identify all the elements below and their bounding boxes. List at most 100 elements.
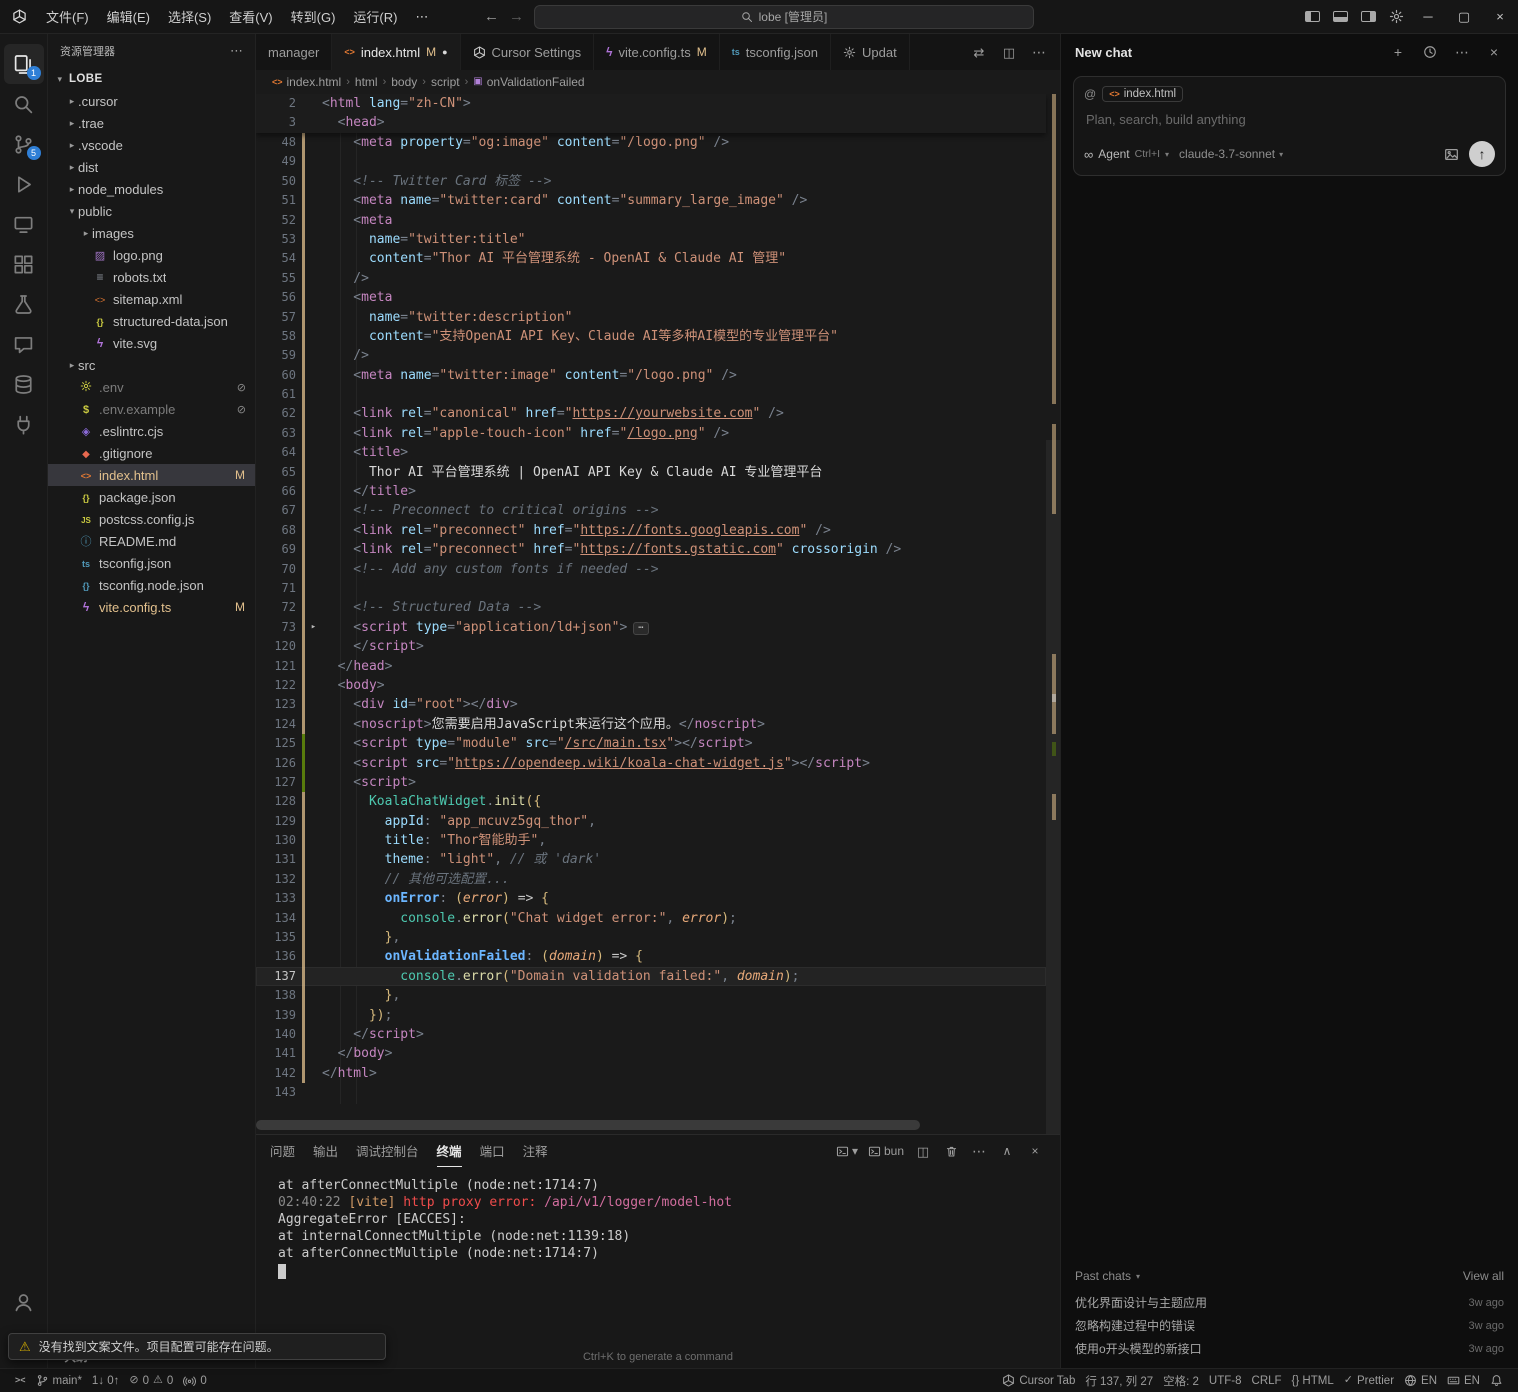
tab-cursor-settings[interactable]: Cursor Settings [461,34,595,70]
folder-public[interactable]: ▾public [48,200,255,222]
terminal-new[interactable]: ▾ [834,1139,860,1163]
file-sitemap.xml[interactable]: <>sitemap.xml [48,288,255,310]
file-tsconfig.node.json[interactable]: {}tsconfig.node.json [48,574,255,596]
terminal-profile-bun[interactable]: bun [866,1139,906,1163]
chat-more-icon[interactable]: ⋯ [1452,42,1472,62]
status-eol[interactable]: CRLF [1247,1369,1287,1392]
open-changes-icon[interactable]: ⇄ [966,39,992,65]
file-tsconfig.json[interactable]: tstsconfig.json [48,552,255,574]
menu-查看V[interactable]: 查看(V) [220,0,281,33]
folder-node_modules[interactable]: ▸node_modules [48,178,255,200]
split-terminal[interactable]: ◫ [912,1139,934,1163]
file-.env.example[interactable]: $.env.example⊘ [48,398,255,420]
explorer-more-icon[interactable]: ⋯ [230,43,243,59]
file-.gitignore[interactable]: ◆.gitignore [48,442,255,464]
model-selector[interactable]: claude-3.7-sonnet ▾ [1179,147,1283,161]
file-robots.txt[interactable]: ≡robots.txt [48,266,255,288]
activity-extensions[interactable] [4,244,44,284]
file-postcss.config.js[interactable]: JSpostcss.config.js [48,508,255,530]
folder-src[interactable]: ▸src [48,354,255,376]
menu-文件F[interactable]: 文件(F) [37,0,98,33]
folder-.trae[interactable]: ▸.trae [48,112,255,134]
status-indent[interactable]: 空格: 2 [1158,1369,1204,1392]
past-chats-label[interactable]: Past chats [1075,1269,1131,1283]
window-minimize-button[interactable]: ─ [1410,0,1446,33]
nav-forward-icon[interactable]: → [509,8,524,25]
tab-manager[interactable]: manager [256,34,332,70]
tab-updat[interactable]: Updat [831,34,910,70]
attach-image-icon[interactable] [1444,147,1459,162]
folder-dist[interactable]: ▸dist [48,156,255,178]
past-chat-item[interactable]: 使用o开头模型的新接口3w ago [1075,1337,1504,1360]
fold-chevron-icon[interactable]: ▸ [305,618,322,637]
close-panel-icon[interactable]: × [1024,1139,1046,1163]
add-context-button[interactable]: @ [1084,87,1096,101]
panel-tab-输出[interactable]: 输出 [313,1135,338,1167]
context-file-chip[interactable]: <> index.html [1102,86,1183,102]
activity-source-control[interactable]: 5 [4,124,44,164]
send-button[interactable]: ↑ [1469,141,1495,167]
status-formatter[interactable]: ✓Prettier [1339,1369,1399,1392]
status-cursor-tab[interactable]: Cursor Tab [997,1369,1080,1392]
status-language[interactable]: {} HTML [1287,1369,1339,1392]
window-close-button[interactable]: × [1482,0,1518,33]
tab-vite.config.ts[interactable]: ϟvite.config.tsM [594,34,720,70]
folder-.cursor[interactable]: ▸.cursor [48,90,255,112]
split-editor-icon[interactable]: ◫ [996,39,1022,65]
agent-mode-selector[interactable]: ∞ Agent Ctrl+I ▾ [1084,147,1169,162]
status-sync[interactable]: 1↓ 0↑ [87,1369,125,1392]
overview-ruler-scrollbar[interactable] [1046,94,1060,1134]
panel-more[interactable]: ⋯ [968,1139,990,1163]
menu-转到G[interactable]: 转到(G) [282,0,345,33]
file-logo.png[interactable]: ▨logo.png [48,244,255,266]
panel-tab-注释[interactable]: 注释 [523,1135,548,1167]
status-ime-b[interactable]: EN [1442,1369,1485,1392]
activity-search[interactable] [4,84,44,124]
activity-ports[interactable] [4,404,44,444]
activity-chat[interactable] [4,324,44,364]
more-icon[interactable]: ⋯ [1026,39,1052,65]
chat-history-icon[interactable] [1420,42,1440,62]
menu-选择S[interactable]: 选择(S) [159,0,220,33]
activity-testing[interactable] [4,284,44,324]
new-chat-icon[interactable]: + [1388,42,1408,62]
file-.eslintrc.cjs[interactable]: ◈.eslintrc.cjs [48,420,255,442]
panel-tab-端口[interactable]: 端口 [480,1135,505,1167]
status-line-col[interactable]: 行 137, 列 27 [1080,1369,1158,1392]
window-maximize-button[interactable]: ▢ [1446,0,1482,33]
breadcrumb-script[interactable]: script [431,75,460,89]
file-vite.svg[interactable]: ϟvite.svg [48,332,255,354]
toggle-secondary-sidebar-icon[interactable] [1354,0,1382,33]
panel-tab-终端[interactable]: 终端 [437,1135,462,1167]
ai-chat-input[interactable]: @ <> index.html Plan, search, build anyt… [1073,76,1506,176]
file-structured-data.json[interactable]: {}structured-data.json [48,310,255,332]
panel-tab-调试控制台[interactable]: 调试控制台 [356,1135,419,1167]
past-chat-item[interactable]: 忽略构建过程中的错误3w ago [1075,1314,1504,1337]
status-remote[interactable]: >< [10,1369,31,1392]
folder-.vscode[interactable]: ▸.vscode [48,134,255,156]
horizontal-scrollbar[interactable] [256,1120,1046,1130]
status-problems[interactable]: ⊘0⚠0 [124,1369,178,1392]
terminal-output[interactable]: at afterConnectMultiple (node:net:1714:7… [256,1167,1060,1346]
status-notifications[interactable] [1485,1369,1508,1392]
breadcrumb-onValidationFailed[interactable]: ▣onValidationFailed [473,75,584,89]
code-editor[interactable]: 48 <meta property="og:image" content="/l… [256,94,1060,1134]
menu-编辑E[interactable]: 编辑(E) [98,0,159,33]
breadcrumb-index.html[interactable]: <>index.html [272,75,341,89]
tab-tsconfig.json[interactable]: tstsconfig.json [720,34,831,70]
activity-account[interactable] [4,1282,44,1322]
breadcrumb-html[interactable]: html [355,75,378,89]
kill-terminal[interactable] [940,1139,962,1163]
status-ime-a[interactable]: EN [1399,1369,1442,1392]
file-README.md[interactable]: ⓘREADME.md [48,530,255,552]
toggle-sidebar-icon[interactable] [1298,0,1326,33]
panel-tab-问题[interactable]: 问题 [270,1135,295,1167]
activity-remote-explorer[interactable] [4,204,44,244]
settings-gear-icon[interactable] [1382,0,1410,33]
tab-index.html[interactable]: <>index.htmlM● [332,34,460,70]
menu-⋯[interactable]: ⋯ [406,0,437,33]
activity-explorer[interactable]: 1 [4,44,44,84]
command-search-box[interactable]: lobe [管理员] [534,5,1034,29]
file-.env[interactable]: .env⊘ [48,376,255,398]
status-ports[interactable]: 0 [178,1369,211,1392]
